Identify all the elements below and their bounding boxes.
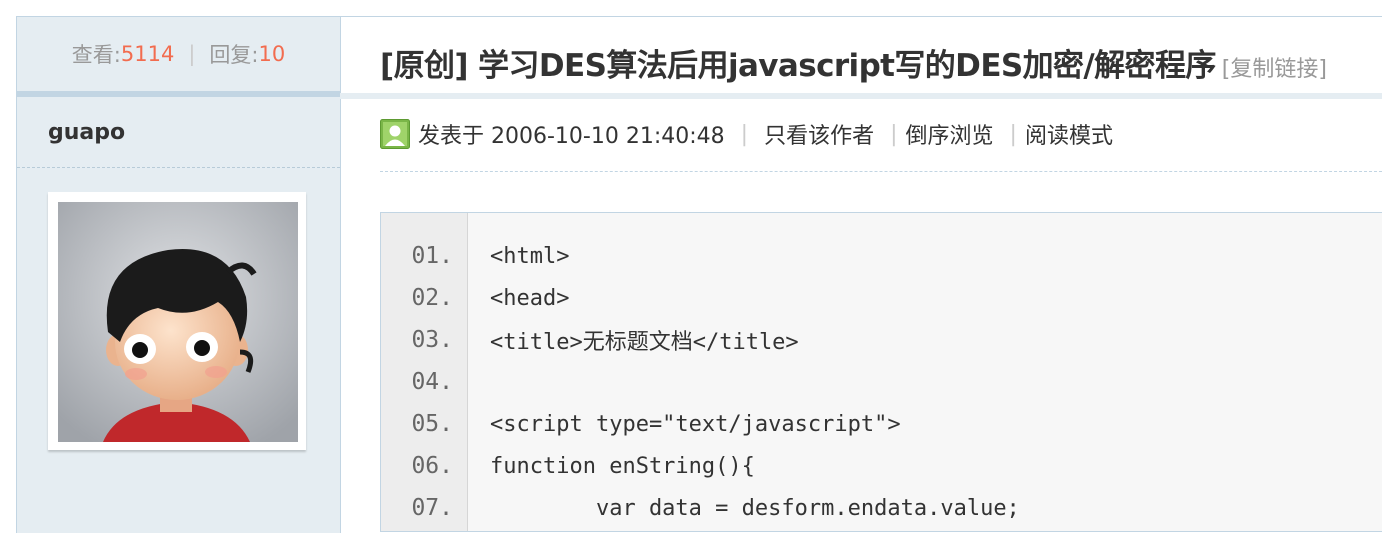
title-divider [340, 93, 1382, 99]
meta-divider: | [890, 121, 898, 147]
line-text: <script type="text/javascript"> [490, 411, 901, 437]
code-line: 06. function enString(){ [381, 445, 1382, 487]
line-number: 01. [411, 243, 453, 269]
post-title: [原创] 学习DES算法后用javascript写的DES加密/解密程序 [380, 48, 1216, 84]
line-text: <html> [490, 243, 570, 269]
meta-divider: | [740, 121, 749, 147]
views-count: 5114 [120, 42, 175, 66]
replies-label: 回复: [209, 43, 259, 67]
line-number: 07. [411, 495, 453, 521]
code-line: 01. <html> [381, 235, 1382, 277]
stats-divider: | [188, 42, 196, 66]
user-icon[interactable] [380, 119, 410, 149]
code-line: 07. var data = desform.endata.value; [381, 487, 1382, 529]
line-text: <title>无标题文档</title> [490, 330, 799, 355]
author-name[interactable]: guapo [17, 97, 340, 168]
code-line: 04. [381, 361, 1382, 403]
avatar-image [58, 202, 298, 442]
author-sidebar: 查看: 5114 | 回复: 10 guapo [16, 16, 341, 533]
views-label: 查看: [71, 43, 121, 67]
copy-link-button[interactable]: [复制链接] [1222, 57, 1327, 82]
post-stats: 查看: 5114 | 回复: 10 [17, 17, 340, 91]
meta-divider: | [1009, 121, 1017, 147]
reading-mode-link[interactable]: 阅读模式 [1025, 118, 1113, 150]
line-number: 06. [411, 453, 453, 479]
line-text: var data = desform.endata.value; [490, 495, 1020, 521]
code-block[interactable]: 01. <html> 02. <head> 03. <title>无标题文档</… [380, 212, 1382, 532]
code-line: 05. <script type="text/javascript"> [381, 403, 1382, 445]
avatar[interactable] [48, 192, 306, 450]
posted-datetime: 发表于 2006-10-10 21:40:48 [418, 124, 725, 149]
line-number: 05. [411, 411, 453, 437]
post-meta: 发表于 2006-10-10 21:40:48 | 只看该作者 | 倒序浏览 |… [380, 116, 1113, 152]
post-title-row: [原创] 学习DES算法后用javascript写的DES加密/解密程序 [复制链… [380, 40, 1327, 85]
code-line: 02. <head> [381, 277, 1382, 319]
line-text: <head> [490, 285, 570, 311]
line-text: function enString(){ [490, 453, 755, 479]
line-number: 03. [411, 327, 453, 353]
line-number: 02. [411, 285, 453, 311]
code-line: 03. <title>无标题文档</title> [381, 319, 1382, 361]
only-author-link[interactable]: 只看该作者 [764, 118, 874, 150]
meta-dashed-divider [380, 171, 1382, 172]
reverse-order-link[interactable]: 倒序浏览 [906, 118, 994, 150]
line-number: 04. [411, 369, 453, 395]
replies-count: 10 [258, 42, 286, 66]
